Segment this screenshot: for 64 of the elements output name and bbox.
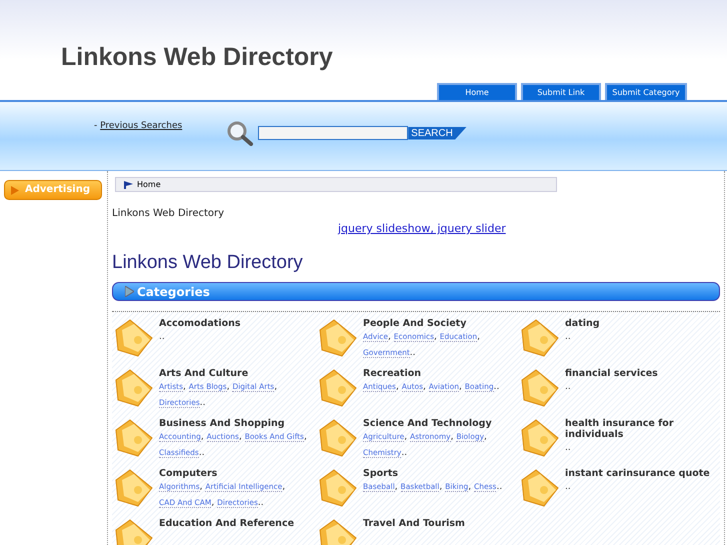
nav-tab[interactable]: Home	[437, 83, 517, 100]
separator-text: ,	[423, 382, 427, 392]
category-link[interactable]: dating	[565, 318, 600, 329]
separator-text: ,	[394, 482, 399, 492]
more-dots: ..	[200, 398, 206, 408]
nav-tab[interactable]: Submit Link	[521, 83, 601, 100]
play-icon	[11, 186, 19, 194]
more-dots: ..	[565, 332, 571, 342]
more-dots: ..	[258, 498, 264, 508]
more-dots: ..	[494, 382, 500, 392]
category-link[interactable]: Travel And Tourism	[363, 518, 465, 529]
flag-icon	[124, 180, 133, 188]
more-dots: ..	[565, 382, 571, 392]
more-dots: ..	[565, 482, 571, 492]
category-link[interactable]: Business And Shopping	[159, 418, 316, 429]
separator-text: ,	[477, 332, 480, 342]
category-link[interactable]: Arts And Culture	[159, 368, 316, 379]
separator-text: ,	[439, 482, 444, 492]
intro-text: Linkons Web Directory	[112, 208, 226, 219]
search-icon	[226, 120, 254, 146]
separator-text: ,	[484, 432, 487, 442]
page-heading: Linkons Web Directory	[112, 252, 304, 274]
promo-link[interactable]: jquery slideshow, jquery slider	[338, 222, 506, 235]
more-dots: ..	[496, 482, 502, 492]
site-title: Linkons Web Directory	[61, 43, 334, 72]
more-dots: ..	[159, 332, 165, 342]
separator-text: ,	[450, 432, 454, 442]
separator-text: ,	[468, 482, 472, 492]
play-icon	[125, 286, 134, 297]
more-dots: ..	[401, 448, 408, 458]
separator-text: ,	[282, 482, 286, 492]
nav-tab[interactable]: Submit Category	[605, 83, 687, 100]
separator-text: ,	[388, 332, 392, 342]
separator-text: ,	[458, 382, 463, 392]
separator-text: ,	[238, 432, 243, 442]
category-link[interactable]: Science And Technology	[363, 418, 518, 429]
category-link[interactable]: Education And Reference	[159, 518, 294, 529]
category-link[interactable]: Accomodations	[159, 318, 241, 329]
separator-text: ,	[304, 432, 307, 442]
more-dots: ..	[565, 443, 571, 453]
previous-searches-link[interactable]: Previous Searches	[100, 121, 182, 131]
category-link[interactable]: financial services	[565, 368, 658, 379]
category-link[interactable]: instant carinsurance quote	[565, 468, 710, 479]
more-dots: ..	[198, 448, 205, 458]
more-dots: ..	[410, 348, 416, 358]
separator-text: ,	[434, 332, 438, 342]
category-link[interactable]: Recreation	[363, 368, 500, 379]
category-link[interactable]: People And Society	[363, 318, 518, 329]
breadcrumb-link[interactable]: Home	[137, 180, 161, 189]
category-link[interactable]: Computers	[159, 468, 316, 479]
separator-text: ,	[404, 432, 408, 442]
separator-text: ,	[226, 382, 231, 392]
separator-text: ,	[274, 382, 278, 392]
categories-title: Categories	[137, 284, 210, 298]
category-link[interactable]: Sports	[363, 468, 502, 479]
separator-text: ,	[183, 382, 187, 392]
separator-text: ,	[396, 382, 400, 392]
separator-text: ,	[200, 482, 204, 492]
previous-searches-label: - Previous Searches	[94, 121, 182, 131]
separator-text: ,	[211, 498, 216, 508]
search-button[interactable]: SEARCH	[408, 126, 467, 140]
separator-text: ,	[200, 432, 205, 442]
search-field[interactable]	[258, 126, 408, 140]
category-link[interactable]: health insurance for individuals	[565, 418, 716, 440]
